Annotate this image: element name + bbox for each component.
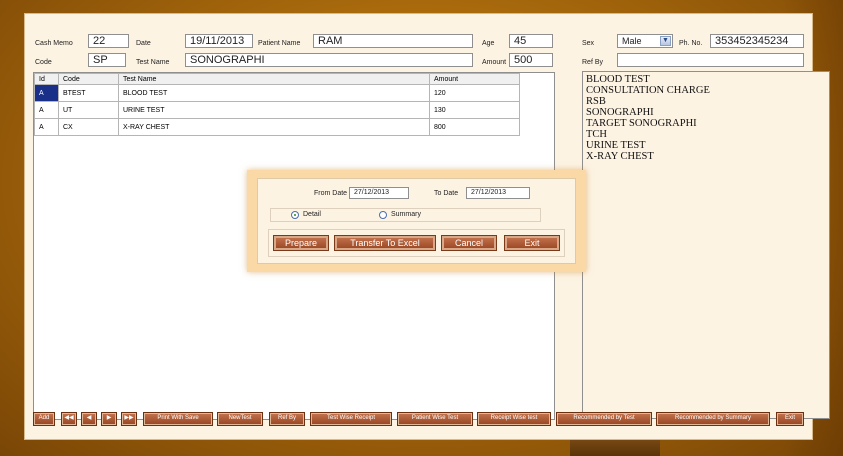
list-item[interactable]: CONSULTATION CHARGE	[586, 85, 826, 96]
report-type-group: Detail Summary	[270, 208, 541, 222]
summary-radio[interactable]	[379, 211, 387, 219]
cell-amount[interactable]: 120	[429, 84, 520, 102]
code-label: Code	[35, 59, 52, 66]
list-item[interactable]: RSB	[586, 96, 826, 107]
cell-id[interactable]: A	[34, 118, 59, 136]
transfer-to-excel-button[interactable]: Transfer To Excel	[334, 235, 436, 251]
list-item[interactable]: URINE TEST	[586, 140, 826, 151]
ref-by-input[interactable]	[617, 53, 804, 67]
sex-select[interactable]: Male ▼	[617, 34, 673, 48]
list-item[interactable]: TARGET SONOGRAPHI	[586, 118, 826, 129]
background-shadow	[570, 438, 660, 456]
list-item[interactable]: TCH	[586, 129, 826, 140]
from-date-label: From Date	[314, 190, 348, 197]
age-label: Age	[482, 40, 495, 47]
cell-amount[interactable]: 130	[429, 101, 520, 119]
table-row[interactable]: A CX X-RAY CHEST 800	[34, 118, 520, 136]
patient-name-label: Patient Name	[258, 40, 301, 47]
cell-test-name[interactable]: URINE TEST	[118, 101, 430, 119]
ref-by-label: Ref By	[582, 59, 604, 66]
summary-label[interactable]: Summary	[391, 211, 421, 218]
previous-record-icon[interactable]: ◀	[81, 412, 97, 426]
recommended-by-test-button[interactable]: Recommended by Test	[556, 412, 652, 426]
cell-amount[interactable]: 800	[429, 118, 520, 136]
table-header-row: Id Code Test Name Amount	[34, 73, 520, 85]
to-date-input[interactable]: 27/12/2013	[466, 187, 530, 199]
column-header-id[interactable]: Id	[34, 73, 59, 85]
detail-label[interactable]: Detail	[303, 211, 321, 218]
date-label: Date	[136, 40, 151, 47]
new-test-button[interactable]: NewTest	[217, 412, 263, 426]
sex-select-value: Male	[622, 36, 642, 46]
test-list[interactable]: BLOOD TEST CONSULTATION CHARGE RSB SONOG…	[582, 71, 830, 419]
test-name-input[interactable]: SONOGRAPHI	[185, 53, 473, 67]
detail-radio[interactable]	[291, 211, 299, 219]
list-item[interactable]: BLOOD TEST	[586, 74, 826, 85]
exit-button[interactable]: Exit	[776, 412, 804, 426]
cell-id[interactable]: A	[34, 101, 59, 119]
next-record-icon[interactable]: ▶	[101, 412, 117, 426]
cash-memo-label: Cash Memo	[35, 40, 73, 47]
list-item[interactable]: SONOGRAPHI	[586, 107, 826, 118]
last-record-icon[interactable]: ▶▶	[121, 412, 137, 426]
cell-code[interactable]: BTEST	[58, 84, 119, 102]
from-date-input[interactable]: 27/12/2013	[349, 187, 409, 199]
patient-name-input[interactable]: RAM	[313, 34, 473, 48]
phone-label: Ph. No.	[679, 40, 703, 47]
code-input[interactable]: SP	[88, 53, 126, 67]
age-input[interactable]: 45	[509, 34, 553, 48]
patient-wise-test-button[interactable]: Patient Wise Test	[397, 412, 473, 426]
column-header-amount[interactable]: Amount	[429, 73, 520, 85]
column-header-code[interactable]: Code	[58, 73, 119, 85]
add-button[interactable]: Add	[33, 412, 55, 426]
to-date-label: To Date	[434, 190, 459, 197]
test-wise-receipt-button[interactable]: Test Wise Receipt	[310, 412, 392, 426]
table-row[interactable]: A BTEST BLOOD TEST 120	[34, 84, 520, 102]
amount-input[interactable]: 500	[509, 53, 553, 67]
report-dialog: From Date 27/12/2013 To Date 27/12/2013 …	[247, 170, 586, 272]
column-header-test-name[interactable]: Test Name	[118, 73, 430, 85]
prepare-button[interactable]: Prepare	[273, 235, 329, 251]
cell-id[interactable]: A	[34, 84, 59, 102]
date-input[interactable]: 19/11/2013	[185, 34, 253, 48]
list-item[interactable]: X-RAY CHEST	[586, 151, 826, 162]
cell-test-name[interactable]: X-RAY CHEST	[118, 118, 430, 136]
cell-test-name[interactable]: BLOOD TEST	[118, 84, 430, 102]
test-name-label: Test Name	[136, 59, 170, 66]
sex-label: Sex	[582, 40, 595, 47]
cell-code[interactable]: UT	[58, 101, 119, 119]
report-dialog-panel: From Date 27/12/2013 To Date 27/12/2013 …	[257, 178, 576, 264]
exit-dialog-button[interactable]: Exit	[504, 235, 560, 251]
amount-label: Amount	[482, 59, 507, 66]
receipt-wise-test-button[interactable]: Receipt Wise test	[477, 412, 551, 426]
dialog-button-bar: Prepare Transfer To Excel Cancel Exit	[268, 229, 565, 257]
cell-code[interactable]: CX	[58, 118, 119, 136]
cancel-button[interactable]: Cancel	[441, 235, 497, 251]
phone-input[interactable]: 353452345234	[710, 34, 804, 48]
chevron-down-icon[interactable]: ▼	[660, 36, 671, 46]
tests-table: Id Code Test Name Amount A BTEST BLOOD T…	[34, 73, 520, 136]
first-record-icon[interactable]: ◀◀	[61, 412, 77, 426]
cash-memo-input[interactable]: 22	[88, 34, 129, 48]
recommended-by-summary-button[interactable]: Recommended by Summary	[656, 412, 770, 426]
table-row[interactable]: A UT URINE TEST 130	[34, 101, 520, 119]
ref-by-button[interactable]: Ref By	[269, 412, 305, 426]
print-with-save-button[interactable]: Print With Save	[143, 412, 213, 426]
